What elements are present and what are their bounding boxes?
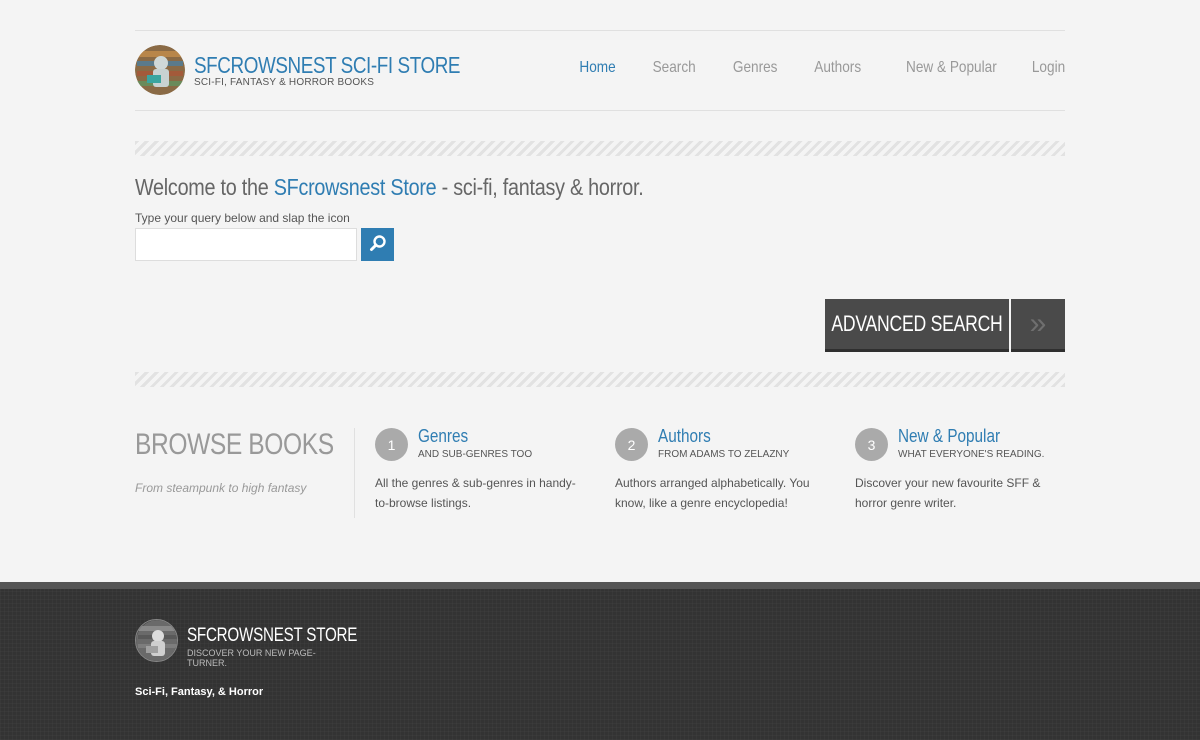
feature-description: Authors arranged alphabetically. You kno… [615,476,810,510]
hatch-divider-bottom [135,372,1065,387]
nav-authors[interactable]: Authors [814,59,861,77]
browse-subtitle: From steampunk to high fantasy [135,481,307,495]
search-input[interactable] [135,228,357,261]
welcome-store-name: SFcrowsnest Store [273,174,437,200]
browse-title: BROWSE BOOKS [135,428,334,461]
advanced-search-label[interactable]: ADVANCED SEARCH [825,299,1009,352]
search-hint: Type your query below and slap the icon [135,211,350,225]
nav-genres[interactable]: Genres [732,59,777,77]
advanced-search-button[interactable]: ADVANCED SEARCH » [825,299,1065,352]
feature-number: 3 [855,428,888,461]
footer-subtitle: DISCOVER YOUR NEW PAGE-TURNER. [187,648,316,668]
feature-authors-link[interactable]: Authors [658,426,711,447]
welcome-heading: Welcome to the SFcrowsnest Store - sci-f… [135,174,644,201]
brand-title[interactable]: SFCROWSNEST SCI-FI STORE [194,52,461,79]
header-top-rule [135,30,1065,31]
search-icon [369,234,387,255]
welcome-suffix: - sci-fi, fantasy & horror. [436,174,644,200]
nav-search[interactable]: Search [652,59,695,77]
nav-login[interactable]: Login [1032,59,1065,77]
footer [0,582,1200,740]
store-logo[interactable] [135,45,185,95]
feature-subtitle: WHAT EVERYONE'S READING. [898,449,1045,460]
welcome-prefix: Welcome to the [135,174,274,200]
feature-number: 2 [615,428,648,461]
header-bottom-rule [135,110,1065,111]
main-nav: Home Search Genres Authors New & Popular… [544,59,1065,77]
double-chevron-right-icon[interactable]: » [1011,299,1065,352]
footer-title: SFCROWSNEST STORE [187,625,358,646]
nav-home[interactable]: Home [580,59,616,77]
feature-new-popular-link[interactable]: New & Popular [898,426,1000,447]
search-button[interactable] [361,228,394,261]
feature-subtitle: FROM ADAMS TO ZELAZNY [658,449,790,460]
brand-subtitle: SCI-FI, FANTASY & HORROR BOOKS [194,77,375,88]
feature-genres-link[interactable]: Genres [418,426,468,447]
footer-tagline: Sci-Fi, Fantasy, & Horror [135,686,264,698]
feature-subtitle: AND SUB-GENRES TOO [418,449,533,460]
feature-description: Discover your new favourite SFF & horror… [855,476,1041,510]
nav-new-popular[interactable]: New & Popular [906,59,997,77]
feature-description: All the genres & sub-genres in handy-to-… [375,476,576,510]
feature-number: 1 [375,428,408,461]
footer-logo [135,619,178,662]
hatch-divider-top [135,141,1065,156]
browse-divider [354,428,355,518]
